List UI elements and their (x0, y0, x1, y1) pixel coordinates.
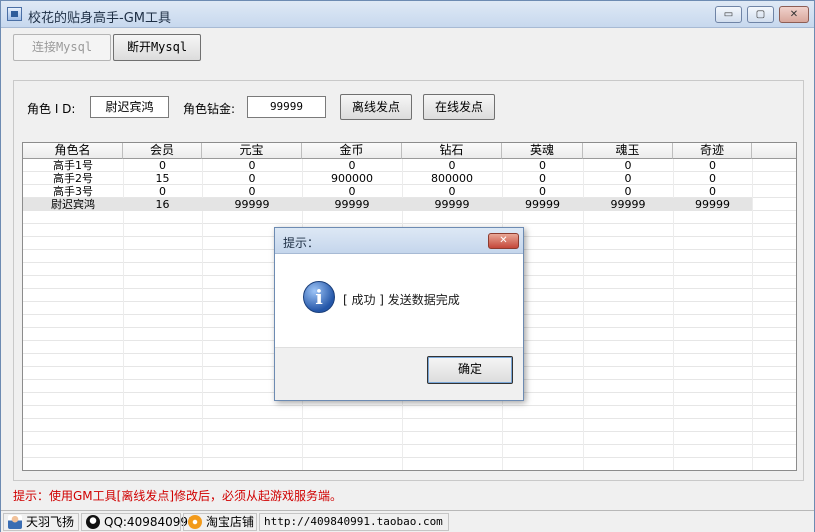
status-panel-qq: QQ:409840991 (81, 513, 196, 531)
maximize-button[interactable]: ▢ (747, 6, 774, 23)
table-cell: 0 (448, 185, 456, 198)
column-header[interactable]: 会员 (123, 143, 202, 159)
brand-text: 天羽飞扬 (26, 515, 75, 529)
minimize-button[interactable]: ▭ (715, 6, 742, 23)
column-header[interactable]: 钻石 (402, 143, 502, 159)
table-cell: 16 (155, 198, 170, 211)
table-row[interactable]: 高手2号 15 0 900000 800000 0 0 0 (23, 172, 752, 185)
dialog-close-button[interactable]: ✕ (488, 233, 519, 249)
column-header[interactable]: 元宝 (202, 143, 302, 159)
dialog-message: [ 成功 ] 发送数据完成 (343, 293, 460, 307)
warning-hint: 提示：使用GM工具[离线发点]修改后，必须从起游戏服务端。 (13, 489, 343, 503)
table-cell: 0 (709, 159, 716, 172)
status-panel-url[interactable]: http://409840991.taobao.com (259, 513, 449, 531)
table-cell: 0 (348, 185, 356, 198)
table-row-selected[interactable]: 尉迟宾鸿 16 99999 99999 99999 99999 99999 99… (23, 198, 752, 211)
table-cell: 尉迟宾鸿 (51, 198, 95, 211)
table-cell: 99999 (695, 198, 730, 211)
table-cell: 0 (539, 185, 546, 198)
column-header[interactable]: 英魂 (502, 143, 583, 159)
window-title: 校花的贴身高手-GM工具 (28, 11, 171, 26)
status-panel-shop: 淘宝店铺 (183, 513, 257, 531)
table-cell: 高手3号 (53, 185, 93, 198)
table-cell: 0 (248, 159, 256, 172)
table-cell: 高手1号 (53, 159, 93, 172)
shop-text: 淘宝店铺 (206, 515, 255, 529)
table-cell: 高手2号 (53, 172, 93, 185)
diamond-input[interactable]: 99999 (247, 96, 326, 118)
app-icon (7, 7, 22, 21)
diamond-label: 角色钻金: (183, 102, 236, 116)
table-cell: 0 (248, 185, 256, 198)
table-cell: 0 (159, 159, 166, 172)
connect-mysql-button[interactable]: 连接Mysql (13, 34, 111, 61)
person-icon (8, 515, 22, 529)
column-header[interactable]: 魂玉 (583, 143, 673, 159)
table-cell: 99999 (610, 198, 646, 211)
status-panel-brand: 天羽飞扬 (3, 513, 79, 531)
table-cell: 0 (348, 159, 356, 172)
table-cell: 0 (624, 172, 632, 185)
table-body: 高手1号 0 0 0 0 0 0 0 高手2号 15 0 900000 8000… (23, 159, 752, 211)
table-cell: 99999 (234, 198, 270, 211)
table-cell: 99999 (525, 198, 560, 211)
table-cell: 0 (624, 185, 632, 198)
table-cell: 0 (539, 172, 546, 185)
column-header[interactable]: 角色名 (23, 143, 123, 159)
qq-icon (86, 515, 100, 529)
column-header[interactable]: 奇迹 (673, 143, 752, 159)
table-cell: 99999 (434, 198, 470, 211)
role-id-input[interactable]: 尉迟宾鸿 (90, 96, 169, 118)
column-header[interactable]: 金币 (302, 143, 402, 159)
dialog-title-bar[interactable]: 提示： ✕ (275, 228, 523, 254)
table-cell: 0 (709, 185, 716, 198)
role-id-label: 角色 I D: (27, 102, 76, 116)
dialog-title: 提示： (283, 236, 320, 250)
column-divider (752, 159, 753, 470)
close-button[interactable]: ✕ (779, 6, 809, 23)
table-row[interactable]: 高手3号 0 0 0 0 0 0 0 (23, 185, 752, 198)
table-cell: 15 (155, 172, 170, 185)
offline-send-button[interactable]: 离线发点 (340, 94, 412, 120)
table-cell: 0 (159, 185, 166, 198)
table-row[interactable]: 高手1号 0 0 0 0 0 0 0 (23, 159, 752, 172)
table-cell: 0 (448, 159, 456, 172)
column-header-filler (752, 143, 796, 159)
table-cell: 99999 (334, 198, 370, 211)
table-cell: 0 (709, 172, 716, 185)
info-icon: i (303, 281, 335, 313)
message-dialog: 提示： ✕ i [ 成功 ] 发送数据完成 确定 (274, 227, 524, 401)
qq-text: QQ:409840991 (104, 515, 196, 529)
table-cell: 0 (248, 172, 256, 185)
table-cell: 0 (624, 159, 632, 172)
table-header: 角色名 会员 元宝 金币 钻石 英魂 魂玉 奇迹 (23, 143, 796, 159)
status-bar: 天羽飞扬 QQ:409840991 淘宝店铺 http://409840991.… (1, 510, 814, 532)
table-cell: 900000 (331, 172, 373, 185)
shop-url-link[interactable]: http://409840991.taobao.com (264, 515, 443, 528)
table-cell: 800000 (431, 172, 473, 185)
main-window: 校花的贴身高手-GM工具 ▭ ▢ ✕ 连接Mysql 断开Mysql 角色 I … (0, 0, 815, 532)
online-send-button[interactable]: 在线发点 (423, 94, 495, 120)
table-cell: 0 (539, 159, 546, 172)
taobao-icon (188, 515, 202, 529)
disconnect-mysql-button[interactable]: 断开Mysql (113, 34, 201, 61)
ok-button[interactable]: 确定 (427, 356, 513, 384)
title-bar[interactable]: 校花的贴身高手-GM工具 ▭ ▢ ✕ (1, 1, 814, 28)
